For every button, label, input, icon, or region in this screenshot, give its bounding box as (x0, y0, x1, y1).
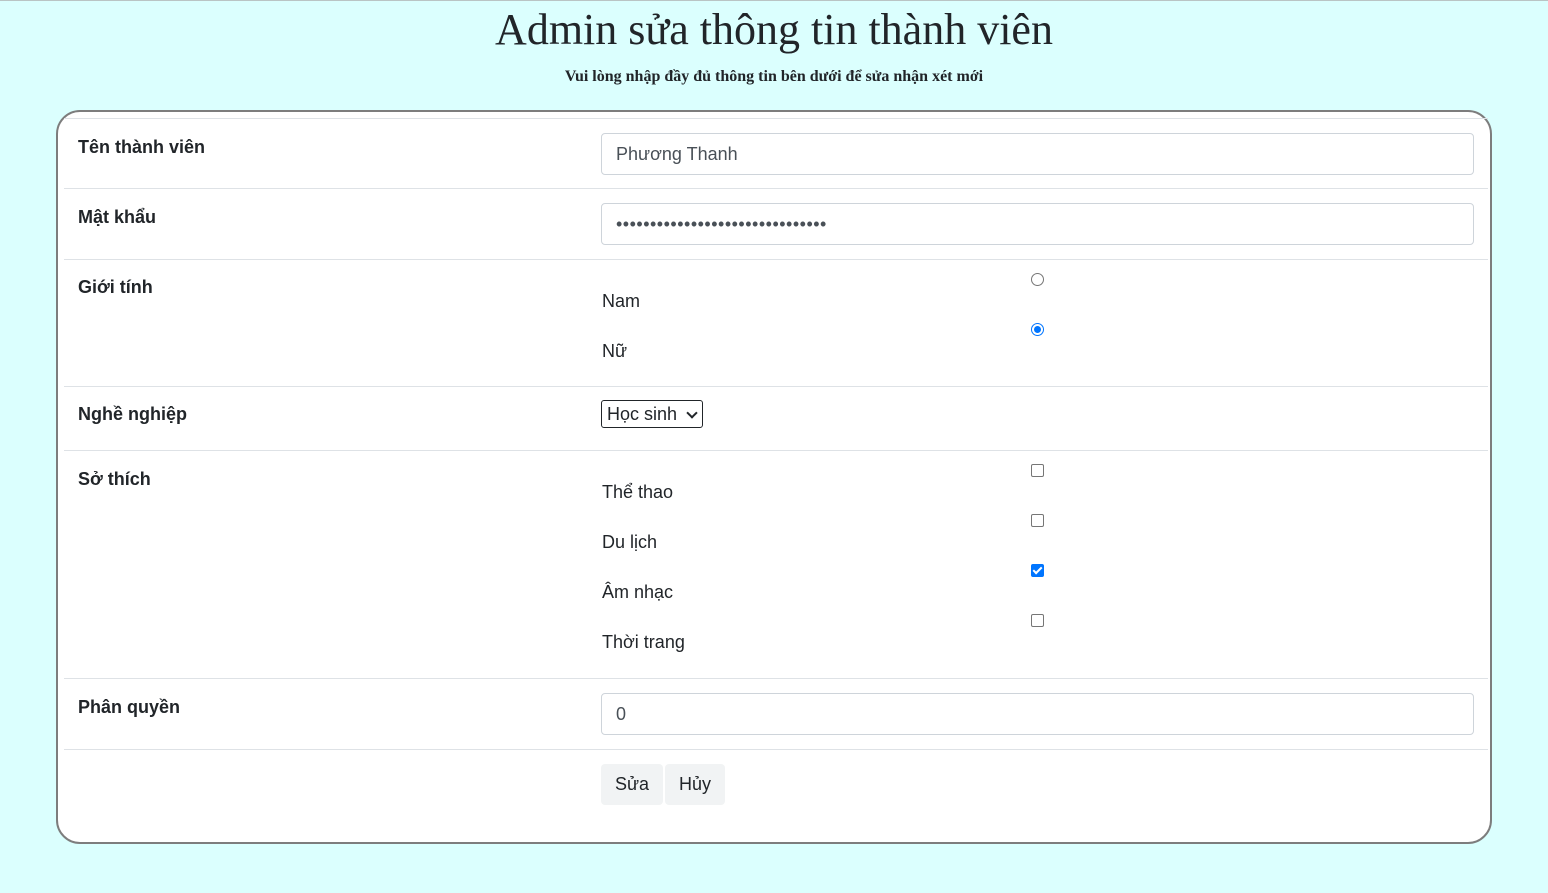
form-row-hobbies: Sở thích Thể thao Du lịch Âm nhạc Thời t… (64, 450, 1488, 679)
gender-option-female-label: Nữ (602, 341, 628, 361)
form-row-username: Tên thành viên (64, 118, 1488, 189)
form-row-password: Mật khẩu ••••••••••••••••••••••••••••••• (64, 188, 1488, 260)
form-row-occupation: Nghề nghiệp Học sinh (64, 386, 1488, 451)
hobby-checkbox-fashion[interactable] (1031, 614, 1044, 627)
page-subtitle: Vui lòng nhập đầy đủ thông tin bên dưới … (564, 68, 984, 85)
submit-button[interactable]: Sửa (601, 764, 664, 805)
hobbies-label: Sở thích (78, 469, 151, 489)
form-row-actions: Sửa Hủy (64, 749, 1488, 830)
hobby-option-fashion-label: Thời trang (602, 632, 685, 652)
hobby-checkbox-music[interactable] (1031, 564, 1044, 577)
hobby-option-travel-label: Du lịch (602, 532, 658, 552)
hobby-checkbox-travel[interactable] (1031, 514, 1044, 527)
form-row-role: Phân quyền (64, 678, 1488, 750)
role-label: Phân quyền (78, 697, 181, 717)
gender-option-male-label: Nam (602, 291, 641, 311)
hobby-option-sports-label: Thể thao (602, 482, 674, 502)
form-row-gender: Giới tính Nam Nữ (64, 259, 1488, 387)
occupation-label: Nghề nghiệp (78, 404, 187, 424)
role-input[interactable] (601, 693, 1474, 735)
page-title: Admin sửa thông tin thành viên (495, 5, 1053, 54)
chevron-down-icon (686, 407, 698, 419)
username-input[interactable] (601, 133, 1474, 175)
occupation-selected-value: Học sinh (607, 404, 678, 424)
username-label: Tên thành viên (78, 137, 206, 157)
gender-radio-female[interactable] (1031, 323, 1044, 336)
top-divider (0, 0, 1548, 1)
hobby-checkbox-sports[interactable] (1031, 464, 1044, 477)
gender-label: Giới tính (78, 277, 153, 297)
password-label: Mật khẩu (78, 207, 157, 227)
cancel-button[interactable]: Hủy (665, 764, 726, 805)
password-input[interactable]: ••••••••••••••••••••••••••••••• (601, 203, 1474, 245)
edit-member-form: Tên thành viên Mật khẩu ••••••••••••••••… (56, 110, 1492, 844)
hobby-option-music-label: Âm nhạc (602, 582, 674, 602)
occupation-select[interactable]: Học sinh (601, 400, 703, 428)
gender-radio-male[interactable] (1031, 273, 1044, 286)
